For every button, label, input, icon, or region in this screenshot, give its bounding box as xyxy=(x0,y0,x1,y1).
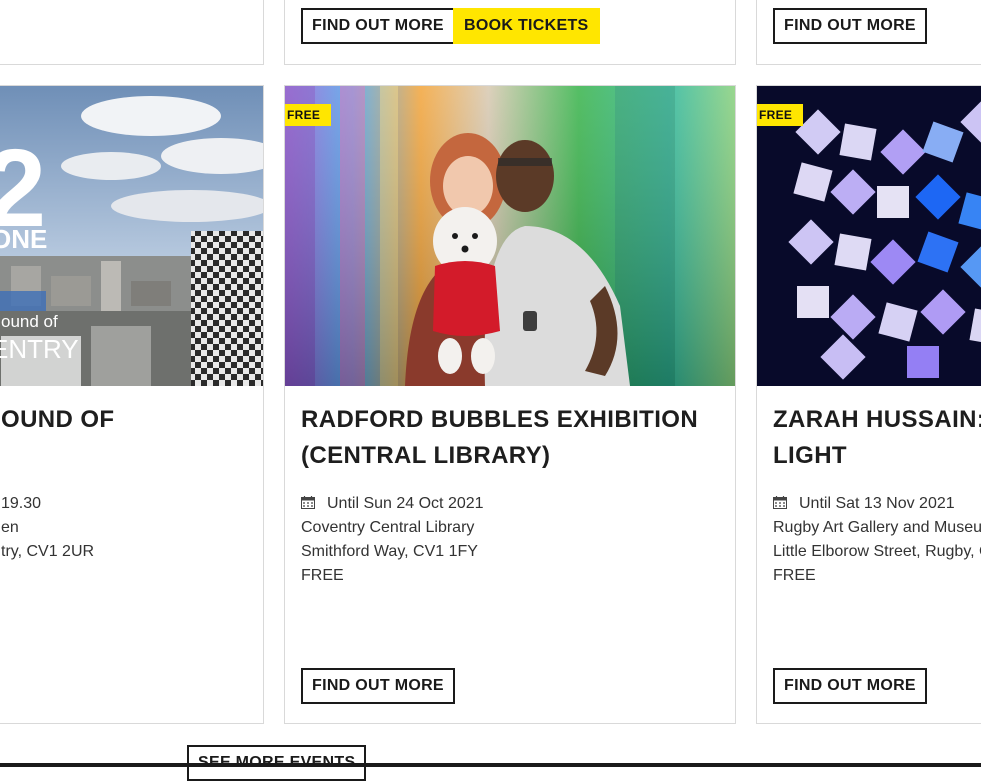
event-card-top-3: FIND OUT MORE xyxy=(756,0,981,65)
event-card-top-1 xyxy=(0,0,264,65)
event-address: try, CV1 2UR xyxy=(1,543,95,560)
event-date-row: Until Sun 24 Oct 2021 xyxy=(301,492,735,516)
event-title[interactable]: ZARAH HUSSAIN: L LIGHT xyxy=(773,402,981,474)
event-title[interactable]: RADFORD BUBBLES EXHIBITION (CENTRAL LIBR… xyxy=(301,402,723,474)
event-address: Smithford Way, CV1 1FY xyxy=(301,543,478,560)
event-image[interactable]: FREE xyxy=(285,86,735,386)
event-date: Until Sat 13 Nov 2021 xyxy=(799,495,955,512)
image-sound-of-text: ound of xyxy=(1,312,58,331)
event-image[interactable]: FREE xyxy=(757,86,981,386)
image-city-text: ENTRY xyxy=(0,334,79,364)
event-venue: en xyxy=(1,519,19,536)
event-price: FREE xyxy=(773,567,816,584)
event-date: Until Sun 24 Oct 2021 xyxy=(327,495,484,512)
image-one-text: ONE xyxy=(0,224,47,254)
page-bottom-rule xyxy=(0,763,981,767)
event-title-line: OUND OF xyxy=(1,406,115,433)
free-badge: FREE xyxy=(757,104,804,126)
calendar-icon xyxy=(773,496,787,509)
event-card: 2 ONE ound of ENTRY OUND OF 19.30 en try… xyxy=(0,85,264,724)
event-card: FREE ZARAH HUSSAIN: L LIGHT Until Sat 13… xyxy=(756,85,981,724)
event-meta: Until Sun 24 Oct 2021 Coventry Central L… xyxy=(301,492,735,588)
event-image[interactable]: 2 ONE ound of ENTRY xyxy=(0,86,263,386)
event-venue: Rugby Art Gallery and Museum xyxy=(773,519,981,536)
find-out-more-button[interactable]: FIND OUT MORE xyxy=(773,8,927,44)
event-card-top-2: FIND OUT MORE BOOK TICKETS xyxy=(284,0,736,65)
event-date-row: Until Sat 13 Nov 2021 xyxy=(773,492,981,516)
find-out-more-button[interactable]: FIND OUT MORE xyxy=(301,668,455,704)
event-date: 19.30 xyxy=(1,495,42,512)
find-out-more-button[interactable]: FIND OUT MORE xyxy=(773,668,927,704)
event-title-line: RADFORD BUBBLES EXHIBITION xyxy=(301,406,699,433)
free-badge: FREE xyxy=(285,104,332,126)
event-meta: 19.30 en try, CV1 2UR xyxy=(1,492,263,564)
event-venue: Coventry Central Library xyxy=(301,519,475,536)
book-tickets-button[interactable]: BOOK TICKETS xyxy=(453,8,600,44)
event-title-line: LIGHT xyxy=(773,442,847,469)
event-address: Little Elborow Street, Rugby, C xyxy=(773,543,981,560)
event-price: FREE xyxy=(301,567,344,584)
event-title-line: ZARAH HUSSAIN: L xyxy=(773,406,981,433)
event-card: FREE RADFORD BUBBLES EXHIBITION (CENTRAL… xyxy=(284,85,736,724)
event-title-line: (CENTRAL LIBRARY) xyxy=(301,442,551,469)
event-title[interactable]: OUND OF xyxy=(1,402,251,438)
event-meta: Until Sat 13 Nov 2021 Rugby Art Gallery … xyxy=(773,492,981,588)
calendar-icon xyxy=(301,496,315,509)
find-out-more-button[interactable]: FIND OUT MORE xyxy=(301,8,455,44)
